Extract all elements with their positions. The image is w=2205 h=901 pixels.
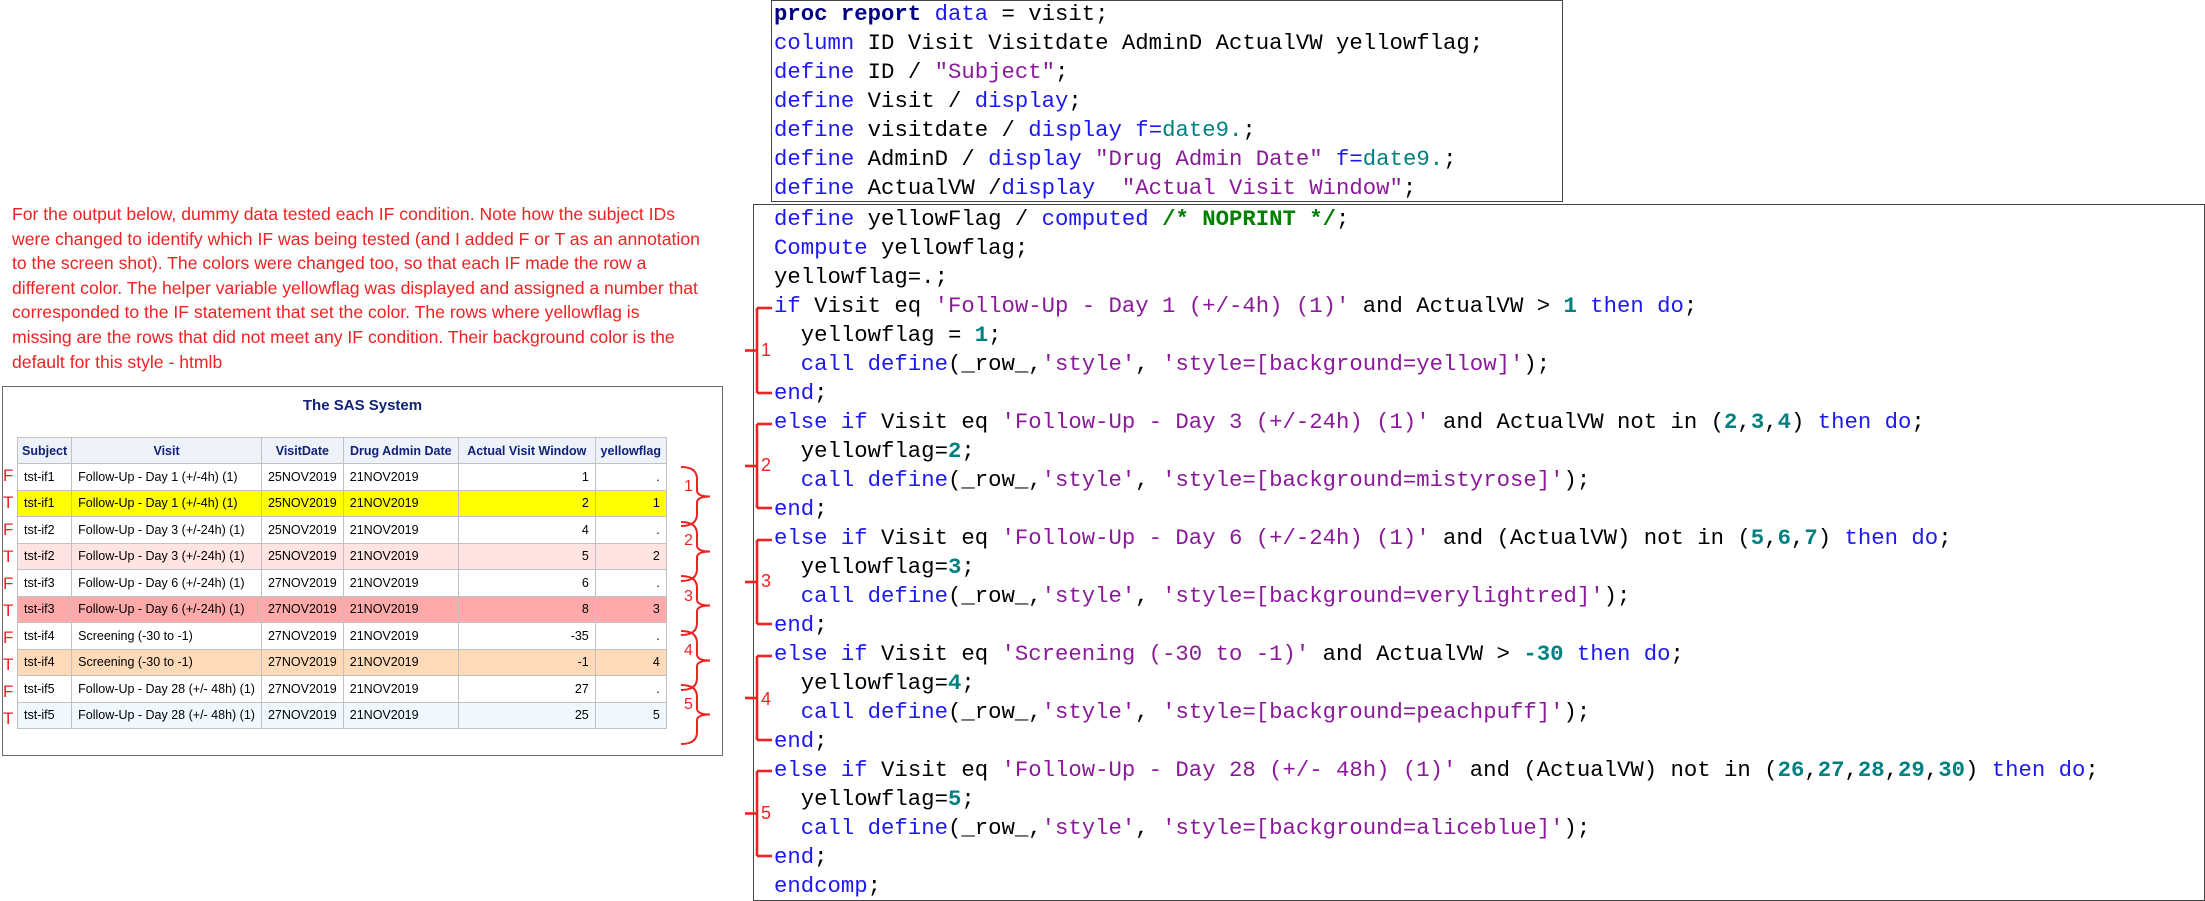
table-group-number: 1 (684, 478, 693, 495)
table-group-number: 4 (684, 642, 693, 659)
code-group-number: 4 (761, 689, 772, 709)
table-group-brace (680, 466, 711, 527)
table-group-number: 5 (684, 696, 693, 713)
table-group-number: 3 (684, 588, 693, 605)
code-group-number: 5 (761, 803, 772, 823)
annotation-overlay (680, 306, 772, 858)
table-group-brace (680, 630, 711, 691)
code-group-number: 3 (761, 571, 772, 591)
table-group-brace (680, 684, 711, 745)
code-group-number: 2 (761, 455, 772, 475)
code-group-number: 1 (761, 340, 772, 360)
table-group-number: 2 (684, 532, 693, 549)
table-group-brace (680, 521, 711, 582)
